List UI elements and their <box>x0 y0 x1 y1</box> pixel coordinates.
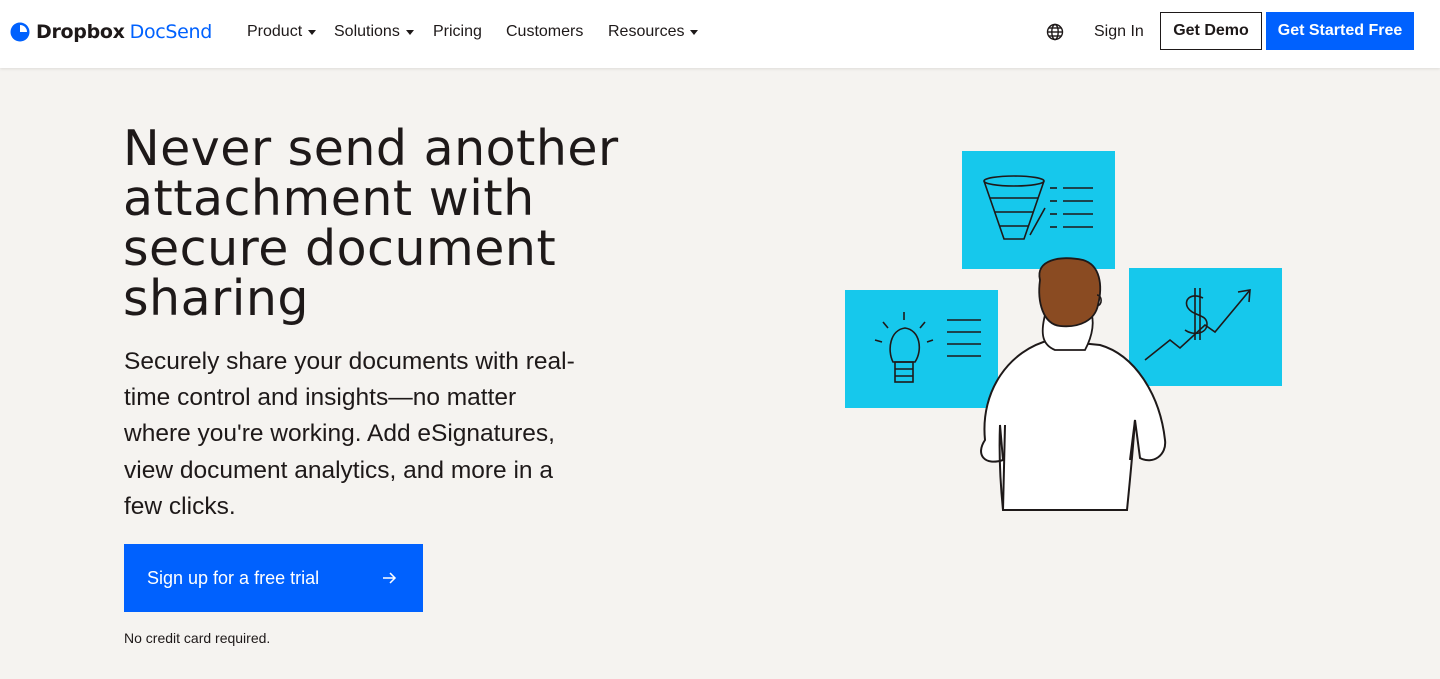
top-navigation-bar: Dropbox DocSend Product Solutions Pricin… <box>0 0 1440 68</box>
sign-in-link[interactable]: Sign In <box>1094 20 1144 44</box>
nav-item-solutions[interactable]: Solutions <box>334 20 414 44</box>
no-credit-card-note: No credit card required. <box>124 630 271 646</box>
subtext-line: few clicks. <box>124 492 236 520</box>
lightbulb-panel <box>845 290 998 408</box>
free-trial-signup-button[interactable]: Sign up for a free trial <box>124 544 423 612</box>
headline-line: attachment with <box>123 170 535 227</box>
nav-item-product[interactable]: Product <box>247 20 317 44</box>
nav-item-label: Pricing <box>433 23 482 40</box>
headline-line: Never send another <box>123 120 619 177</box>
get-demo-button[interactable]: Get Demo <box>1160 12 1262 50</box>
nav-item-label: Customers <box>506 23 584 40</box>
subtext-line: time control and insights—no matter <box>124 384 517 412</box>
nav-item-resources[interactable]: Resources <box>608 20 699 44</box>
nav-item-label: Resources <box>608 23 685 40</box>
nav-item-label: Solutions <box>334 23 400 40</box>
logo-brand-text: Dropbox <box>36 21 125 43</box>
docsend-logo-icon <box>10 22 30 42</box>
subtext-line: Securely share your documents with real- <box>124 348 575 375</box>
cta-label: Sign up for a free trial <box>147 567 320 588</box>
hero-headline: Never send another attachment with secur… <box>123 124 723 324</box>
logo-product-text: DocSend <box>129 21 213 43</box>
nav-item-pricing[interactable]: Pricing <box>433 20 482 44</box>
hero-illustration <box>845 151 1282 511</box>
dropbox-docsend-logo[interactable]: Dropbox DocSend <box>10 20 212 44</box>
dollar-chart-panel <box>1129 268 1282 386</box>
get-started-free-button[interactable]: Get Started Free <box>1266 12 1414 50</box>
chevron-down-icon <box>405 30 414 35</box>
globe-icon[interactable] <box>1045 22 1065 42</box>
chevron-down-icon <box>308 30 317 35</box>
chevron-down-icon <box>690 30 699 35</box>
subtext-line: view document analytics, and more in a <box>124 456 553 484</box>
arrow-right-icon <box>383 572 397 584</box>
hero-subtext: Securely share your documents with real-… <box>124 344 614 525</box>
headline-line: secure document <box>123 220 557 277</box>
nav-item-label: Product <box>247 23 303 40</box>
nav-item-customers[interactable]: Customers <box>506 20 583 44</box>
funnel-panel <box>962 151 1115 269</box>
headline-line: sharing <box>123 270 310 327</box>
subtext-line: where you're working. Add eSignatures, <box>124 420 555 448</box>
